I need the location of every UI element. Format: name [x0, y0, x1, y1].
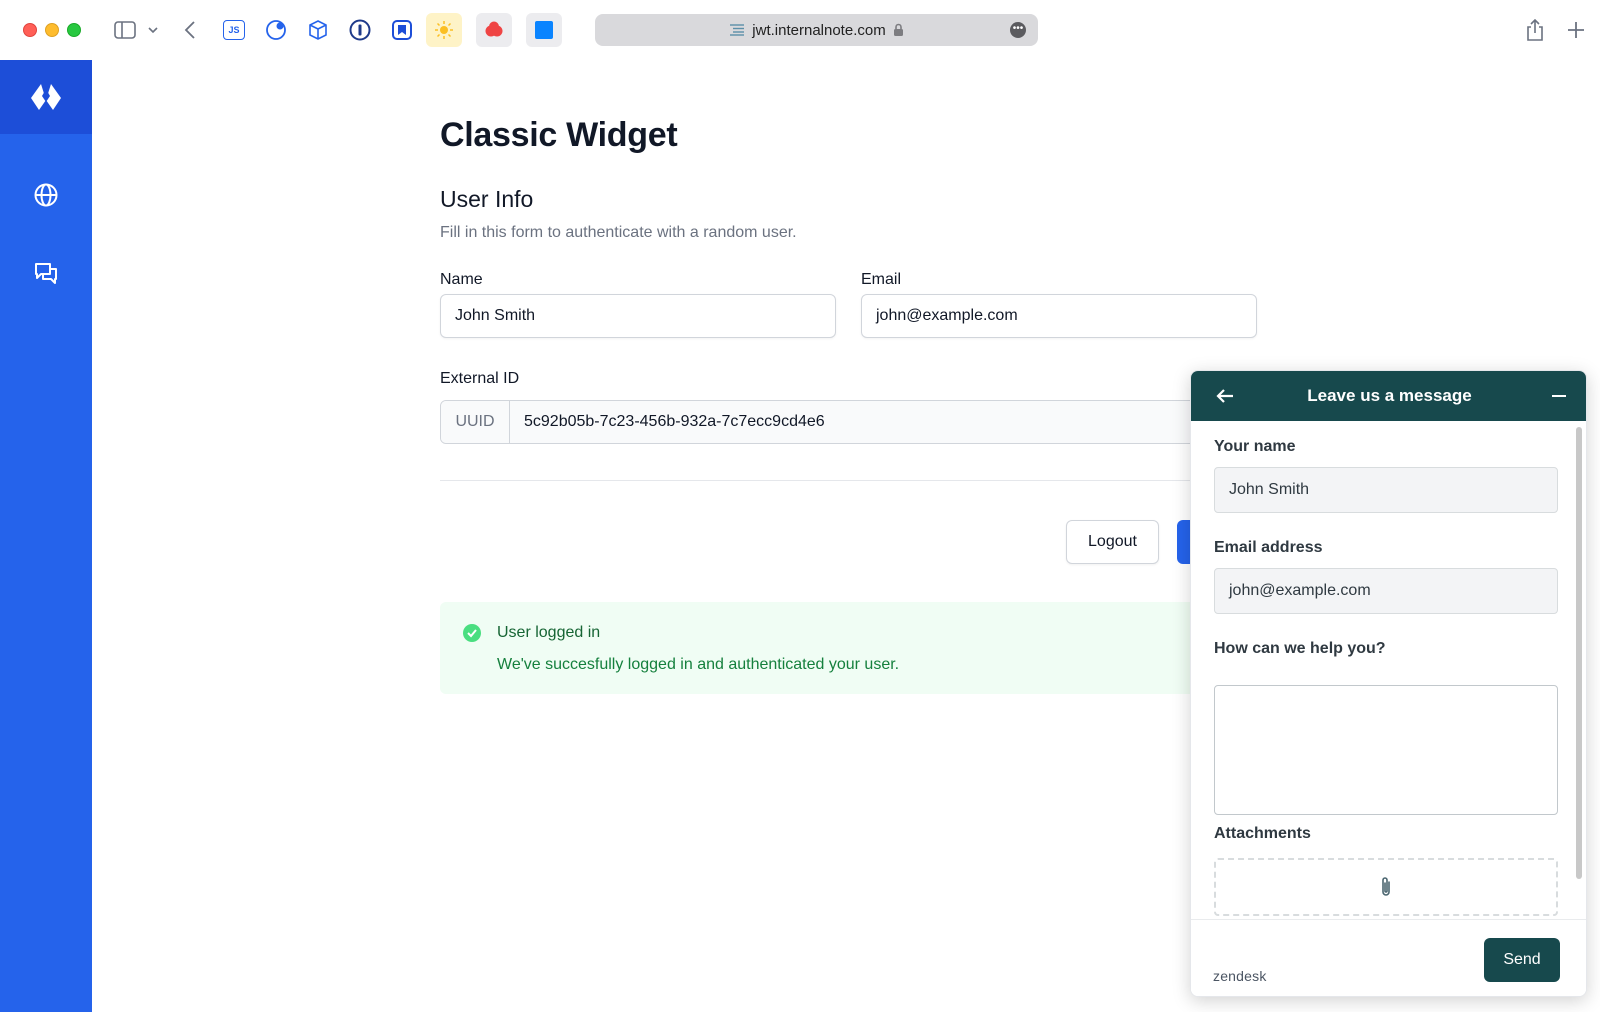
zendesk-brand: zendesk [1213, 968, 1267, 984]
name-label: Name [440, 271, 483, 288]
external-id-input[interactable]: 5c92b05b-7c23-456b-932a-7c7ecc9cd4e6 [510, 413, 825, 431]
bookmark-extension-icon[interactable] [384, 13, 420, 47]
widget-footer: zendesk Send [1191, 919, 1586, 996]
chevron-down-icon[interactable] [146, 14, 160, 46]
help-label: How can we help you? [1214, 640, 1386, 657]
alert-title: User logged in [497, 624, 601, 641]
sun-extension-icon[interactable] [426, 13, 462, 47]
new-tab-icon[interactable] [1564, 14, 1588, 46]
attachments-label: Attachments [1214, 825, 1311, 842]
help-textarea[interactable] [1214, 685, 1558, 815]
blue-square-extension-icon[interactable] [526, 13, 562, 47]
globe-icon[interactable] [0, 175, 92, 215]
app-logo[interactable] [0, 60, 92, 134]
js-extension-label: JS [223, 20, 245, 40]
password-manager-icon[interactable] [342, 13, 378, 47]
your-name-input[interactable]: John Smith [1214, 467, 1558, 513]
sidebar-toggle-icon[interactable] [112, 14, 138, 46]
zendesk-widget: Leave us a message Your name John Smith … [1190, 370, 1587, 997]
browser-toolbar: JS jwt.internalnote.com ••• [0, 0, 1600, 60]
address-bar[interactable]: jwt.internalnote.com ••• [595, 14, 1038, 46]
back-arrow-icon[interactable] [1213, 384, 1237, 408]
form-divider [440, 480, 1240, 481]
reader-icon [730, 24, 745, 36]
minimize-window-button[interactable] [45, 23, 59, 37]
check-circle-icon [463, 624, 481, 642]
js-extension-icon[interactable]: JS [216, 13, 252, 47]
app-sidebar [0, 60, 92, 1012]
cube-extension-icon[interactable] [300, 13, 336, 47]
section-title: User Info [440, 186, 534, 212]
your-name-label: Your name [1214, 438, 1296, 455]
minimize-icon[interactable] [1552, 395, 1566, 397]
zoom-window-button[interactable] [67, 23, 81, 37]
uuid-addon: UUID [441, 401, 510, 443]
paperclip-icon [1382, 877, 1390, 896]
name-input[interactable]: John Smith [440, 294, 836, 338]
email-address-input[interactable]: john@example.com [1214, 568, 1558, 614]
success-alert: User logged in We've succesfully logged … [440, 602, 1230, 694]
moon-extension-icon[interactable] [258, 13, 294, 47]
chat-bubbles-icon[interactable] [0, 253, 92, 293]
external-id-field[interactable]: UUID 5c92b05b-7c23-456b-932a-7c7ecc9cd4e… [440, 400, 1240, 444]
alert-text: We've succesfully logged in and authenti… [497, 656, 900, 673]
send-button[interactable]: Send [1484, 938, 1560, 982]
logout-button[interactable]: Logout [1066, 520, 1159, 564]
section-description: Fill in this form to authenticate with a… [440, 224, 797, 241]
widget-header: Leave us a message [1191, 371, 1586, 421]
external-id-label: External ID [440, 370, 520, 387]
widget-title: Leave us a message [1307, 386, 1472, 405]
close-window-button[interactable] [23, 23, 37, 37]
back-icon[interactable] [180, 14, 200, 46]
lock-icon [893, 23, 903, 36]
page-title: Classic Widget [440, 116, 678, 154]
more-options-icon[interactable]: ••• [1010, 22, 1026, 38]
red-cloud-extension-icon[interactable] [476, 13, 512, 47]
share-icon[interactable] [1522, 14, 1548, 46]
widget-scrollbar[interactable] [1576, 427, 1582, 879]
email-label: Email [861, 271, 902, 288]
attachment-dropzone[interactable] [1214, 858, 1558, 916]
email-input[interactable]: john@example.com [861, 294, 1257, 338]
url-text: jwt.internalnote.com [752, 21, 886, 39]
email-address-label: Email address [1214, 539, 1323, 556]
